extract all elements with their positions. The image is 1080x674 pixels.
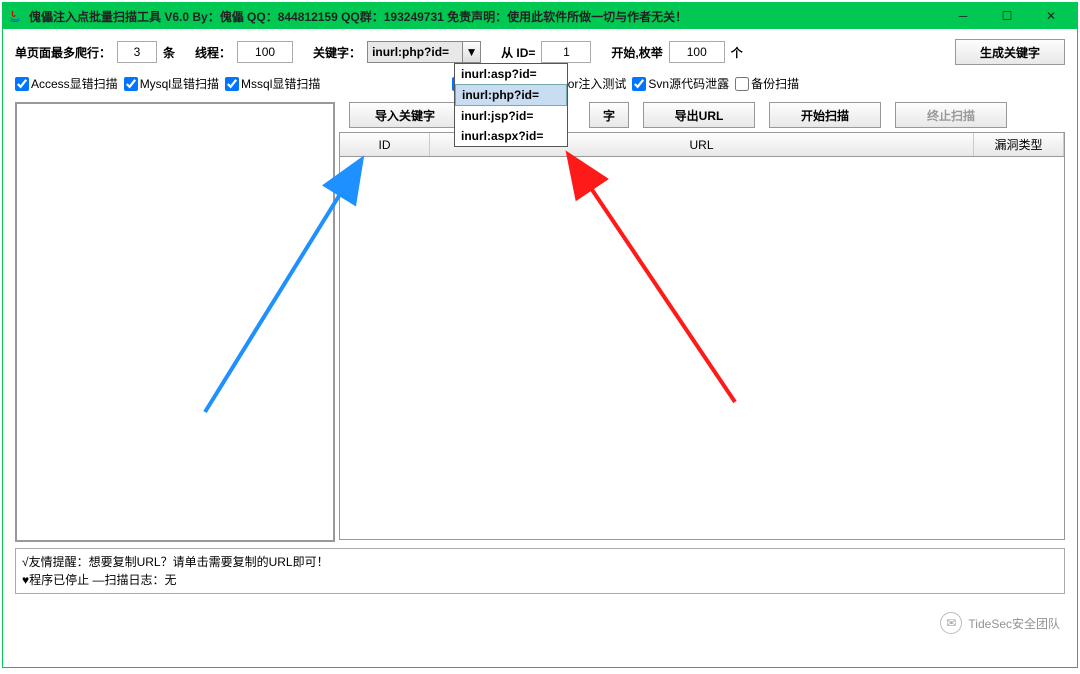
start-scan-button[interactable]: 开始扫描 bbox=[769, 102, 881, 128]
backup-check-input[interactable] bbox=[735, 77, 749, 91]
table-header: ID URL 漏洞类型 bbox=[340, 133, 1064, 157]
mysql-checkbox[interactable]: Mysql显错扫描 bbox=[124, 75, 219, 92]
generate-keyword-button[interactable]: 生成关键字 bbox=[955, 39, 1065, 65]
titlebar: 傀儡注入点批量扫描工具 V6.0 By：傀儡 QQ：844812159 QQ群：… bbox=[3, 3, 1077, 29]
java-icon bbox=[7, 8, 23, 24]
right-panel: 导入关键字 字 导出URL 开始扫描 终止扫描 ID URL 漏洞类型 bbox=[339, 102, 1065, 542]
window-controls: ─ ☐ ✕ bbox=[941, 4, 1073, 28]
close-button[interactable]: ✕ bbox=[1029, 4, 1073, 28]
body-area: 导入关键字 字 导出URL 开始扫描 终止扫描 ID URL 漏洞类型 bbox=[15, 102, 1065, 542]
mssql-check-input[interactable] bbox=[225, 77, 239, 91]
left-list-panel[interactable] bbox=[15, 102, 335, 542]
watermark: ✉ TideSec安全团队 bbox=[940, 612, 1060, 634]
from-id-input[interactable] bbox=[541, 41, 591, 63]
mysql-check-input[interactable] bbox=[124, 77, 138, 91]
dropdown-option-aspx[interactable]: inurl:aspx?id= bbox=[455, 126, 567, 146]
results-table[interactable]: ID URL 漏洞类型 bbox=[339, 132, 1065, 540]
from-id-label: 从 ID= bbox=[501, 44, 535, 61]
keyword-selected: inurl:php?id= bbox=[372, 45, 449, 59]
max-crawl-label: 单页面最多爬行： bbox=[15, 44, 111, 61]
maximize-button[interactable]: ☐ bbox=[985, 4, 1029, 28]
window-title: 傀儡注入点批量扫描工具 V6.0 By：傀儡 QQ：844812159 QQ群：… bbox=[29, 8, 941, 25]
col-type-header[interactable]: 漏洞类型 bbox=[974, 133, 1064, 156]
tiao-label: 条 bbox=[163, 44, 175, 61]
import-keyword-button[interactable]: 导入关键字 bbox=[349, 102, 461, 128]
threads-input[interactable] bbox=[237, 41, 293, 63]
wechat-icon: ✉ bbox=[940, 612, 962, 634]
dropdown-option-asp[interactable]: inurl:asp?id= bbox=[455, 64, 567, 84]
svn-checkbox[interactable]: Svn源代码泄露 bbox=[632, 75, 729, 92]
app-window: 傀儡注入点批量扫描工具 V6.0 By：傀儡 QQ：844812159 QQ群：… bbox=[2, 2, 1078, 668]
footer-tip: √友情提醒：想要复制URL？请单击需要复制的URL即可！ bbox=[22, 553, 1058, 571]
threads-label: 线程： bbox=[195, 44, 231, 61]
status-footer: √友情提醒：想要复制URL？请单击需要复制的URL即可！ ♥程序已停止 —扫描日… bbox=[15, 548, 1065, 594]
dropdown-option-jsp[interactable]: inurl:jsp?id= bbox=[455, 106, 567, 126]
chevron-down-icon[interactable]: ▼ bbox=[462, 42, 480, 62]
stop-scan-button[interactable]: 终止扫描 bbox=[895, 102, 1007, 128]
svn-check-input[interactable] bbox=[632, 77, 646, 91]
access-checkbox[interactable]: Access显错扫描 bbox=[15, 75, 118, 92]
start-enum-label: 开始,枚举 bbox=[611, 44, 662, 61]
mssql-checkbox[interactable]: Mssql显错扫描 bbox=[225, 75, 320, 92]
backup-checkbox[interactable]: 备份扫描 bbox=[735, 75, 799, 92]
keyword-dropdown[interactable]: inurl:php?id= ▼ bbox=[367, 41, 481, 63]
max-crawl-input[interactable] bbox=[117, 41, 157, 63]
access-check-input[interactable] bbox=[15, 77, 29, 91]
ge-label: 个 bbox=[731, 44, 743, 61]
export-url-button[interactable]: 导出URL bbox=[643, 102, 755, 128]
enum-count-input[interactable] bbox=[669, 41, 725, 63]
action-toolbar: 导入关键字 字 导出URL 开始扫描 终止扫描 bbox=[339, 102, 1065, 128]
settings-row-1: 单页面最多爬行： 条 线程： 关键字： inurl:php?id= ▼ 从 ID… bbox=[15, 39, 1065, 65]
partial-button[interactable]: 字 bbox=[589, 102, 629, 128]
dropdown-option-php[interactable]: inurl:php?id= bbox=[455, 84, 567, 106]
minimize-button[interactable]: ─ bbox=[941, 4, 985, 28]
keyword-label: 关键字： bbox=[313, 44, 361, 61]
keyword-dropdown-list[interactable]: inurl:asp?id= inurl:php?id= inurl:jsp?id… bbox=[454, 63, 568, 147]
col-id-header[interactable]: ID bbox=[340, 133, 430, 156]
watermark-text: TideSec安全团队 bbox=[968, 615, 1060, 632]
footer-status: ♥程序已停止 —扫描日志：无 bbox=[22, 571, 1058, 589]
